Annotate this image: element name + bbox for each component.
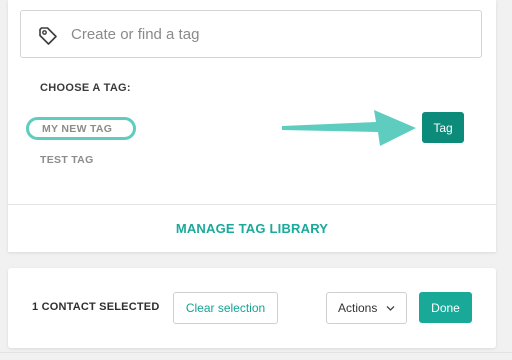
selection-count: 1 CONTACT SELECTED — [32, 301, 160, 313]
clear-selection-button[interactable]: Clear selection — [173, 292, 278, 324]
choose-tag-heading: CHOOSE A TAG: — [40, 82, 131, 94]
manage-tag-library-link[interactable]: MANAGE TAG LIBRARY — [8, 221, 496, 236]
pointer-arrow — [282, 110, 416, 146]
apply-tag-button[interactable]: Tag — [422, 112, 464, 143]
tag-option-test-tag[interactable]: TEST TAG — [40, 154, 94, 166]
divider — [8, 204, 496, 205]
chevron-down-icon — [386, 306, 395, 311]
tag-search-box[interactable] — [20, 10, 482, 58]
actions-label: Actions — [338, 301, 378, 315]
bulk-action-bar: 1 CONTACT SELECTED Clear selection Actio… — [8, 268, 496, 348]
tag-picker-panel: CHOOSE A TAG: MY NEW TAG TEST TAG Tag MA… — [8, 0, 496, 252]
tag-icon — [37, 25, 59, 47]
actions-dropdown[interactable]: Actions — [326, 292, 407, 324]
done-button[interactable]: Done — [419, 292, 472, 323]
tag-search-input[interactable] — [71, 19, 471, 49]
tag-option-my-new-tag[interactable]: MY NEW TAG — [26, 117, 136, 140]
bottom-divider — [0, 352, 512, 353]
